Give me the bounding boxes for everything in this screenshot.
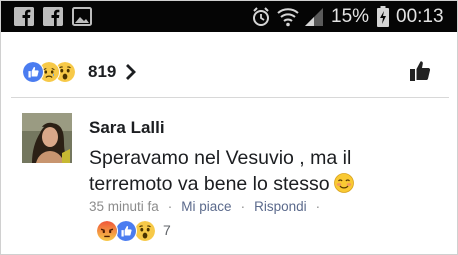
like-link[interactable]: Mi piace: [181, 199, 231, 214]
chevron-right-icon[interactable]: [125, 63, 137, 81]
reply-link[interactable]: Rispondi: [254, 199, 307, 214]
clock: 00:13: [396, 6, 444, 27]
reaction-icons: [22, 61, 86, 83]
wifi-icon: [277, 8, 299, 27]
facebook-icon: [14, 7, 34, 26]
comment-text-body: Speravamo nel Vesuvio , ma il terremoto …: [89, 147, 352, 195]
battery-charging-icon: [377, 6, 389, 27]
separator-dot: ·: [240, 199, 246, 214]
like-reaction-icon: [115, 220, 137, 242]
reactions-count: 819: [88, 62, 117, 81]
comment-reaction-icons[interactable]: [96, 220, 158, 242]
wow-reaction-icon: [134, 220, 156, 242]
reactions-summary[interactable]: 819: [1, 49, 457, 95]
alarm-icon: [253, 7, 269, 26]
separator-dot: ·: [167, 199, 173, 214]
comment-author[interactable]: Sara Lalli: [89, 118, 165, 138]
comment-reactions-count[interactable]: 7: [163, 222, 171, 238]
like-button[interactable]: [409, 60, 431, 82]
gallery-icon: [72, 7, 92, 26]
facebook-icon: [43, 7, 63, 26]
signal-icon: [305, 8, 323, 26]
like-reaction-icon: [22, 61, 44, 83]
avatar[interactable]: [22, 113, 72, 163]
angry-reaction-icon: [96, 220, 118, 242]
comment-timestamp: 35 minuti fa: [89, 199, 159, 214]
status-bar: 15% 00:13: [1, 1, 457, 32]
battery-percent: 15%: [331, 6, 370, 27]
comment-meta: 35 minuti fa · Mi piace · Rispondi ·: [89, 199, 329, 214]
blush-smiley-icon: [333, 173, 354, 193]
separator-dot: ·: [315, 199, 321, 214]
comment-text: Speravamo nel Vesuvio , ma il terremoto …: [89, 145, 429, 197]
top-spacer: [1, 32, 457, 44]
divider: [11, 97, 449, 98]
screen: 15% 00:13 819 Sara Lalli Speravamo nel V…: [0, 0, 458, 255]
